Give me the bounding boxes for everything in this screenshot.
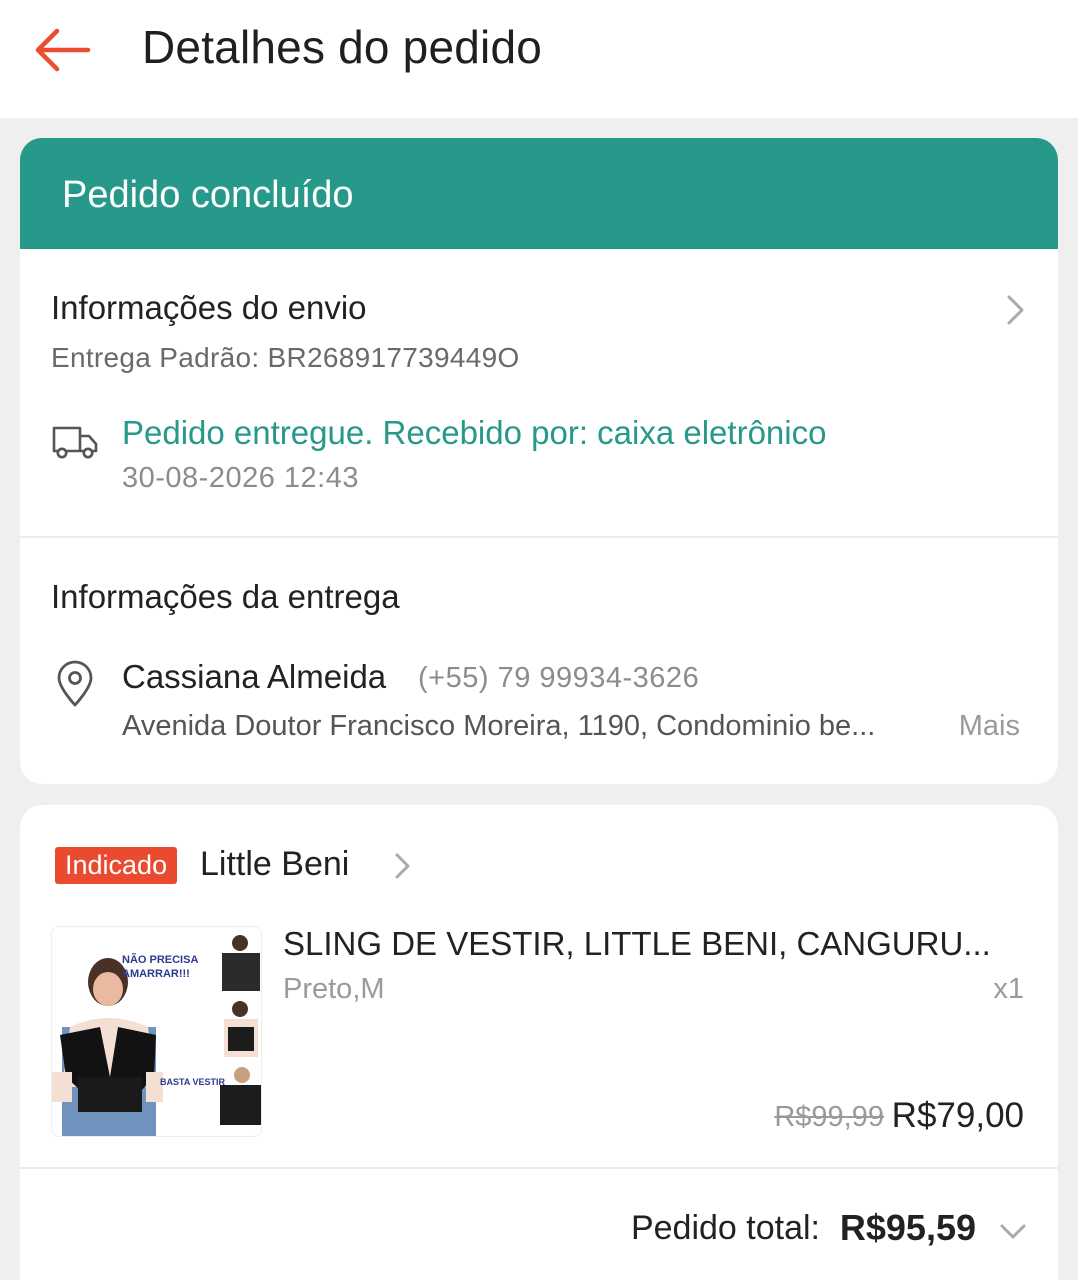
- order-total-value: R$95,59: [839, 1207, 976, 1248]
- delivery-status-text: Pedido entregue. Recebido por: caixa ele…: [122, 414, 827, 451]
- svg-text:NÃO PRECISA: NÃO PRECISA: [122, 953, 198, 966]
- shop-header[interactable]: Indicado Little Beni: [20, 805, 1058, 915]
- product-name: SLING DE VESTIR, LITTLE BENI, CANGURU...: [283, 925, 991, 962]
- delivery-address-section: Informações da entrega Cassiana Almeida …: [20, 538, 1058, 784]
- product-image: NÃO PRECISA AMARRAR!!! BASTA VESTIR: [51, 926, 262, 1137]
- address-more-link[interactable]: Mais: [959, 710, 1020, 743]
- shipping-info-title: Informações do envio: [51, 289, 367, 326]
- shop-badge: Indicado: [55, 847, 178, 884]
- page-title: Detalhes do pedido: [142, 21, 543, 73]
- address-line: Avenida Doutor Francisco Moreira, 1190, …: [122, 710, 876, 742]
- order-total-row[interactable]: Pedido total: R$95,59: [20, 1169, 1058, 1280]
- truck-icon: [52, 426, 98, 459]
- chevron-right-icon: [395, 853, 410, 879]
- order-info-card: Pedido concluído Informações do envio En…: [20, 138, 1058, 784]
- svg-text:BASTA VESTIR: BASTA VESTIR: [160, 1077, 226, 1087]
- location-pin-icon: [57, 660, 93, 707]
- product-variant: Preto,M: [283, 973, 385, 1005]
- chevron-down-icon: [1000, 1224, 1026, 1239]
- product-quantity: x1: [993, 973, 1024, 1005]
- back-button[interactable]: [30, 22, 94, 78]
- svg-text:AMARRAR!!!: AMARRAR!!!: [122, 968, 190, 980]
- arrow-left-icon: [35, 28, 91, 72]
- recipient-phone: (+55) 79 99934-3626: [418, 662, 700, 694]
- delivery-info-title: Informações da entrega: [51, 578, 400, 615]
- delivery-timestamp: 30-08-2026 12:43: [122, 462, 359, 494]
- order-status-banner: Pedido concluído: [20, 138, 1058, 249]
- chevron-right-icon: [1007, 295, 1024, 325]
- shipping-info-section[interactable]: Informações do envio Entrega Padrão: BR2…: [20, 249, 1058, 537]
- order-items-card: Indicado Little Beni NÃO PRECISA AMARRAR…: [20, 805, 1058, 1280]
- recipient-name: Cassiana Almeida: [122, 658, 387, 695]
- order-total-label: Pedido total:: [630, 1209, 820, 1247]
- tracking-number: Entrega Padrão: BR268917739449O: [51, 342, 520, 373]
- product-photo: NÃO PRECISA AMARRAR!!! BASTA VESTIR: [52, 927, 261, 1136]
- sale-price: R$79,00: [891, 1096, 1024, 1135]
- order-status-label: Pedido concluído: [62, 174, 354, 216]
- shop-name: Little Beni: [200, 845, 350, 883]
- product-item[interactable]: NÃO PRECISA AMARRAR!!! BASTA VESTIR SLIN…: [20, 915, 1058, 1167]
- app-header: Detalhes do pedido: [0, 0, 1078, 118]
- original-price: R$99,99: [774, 1101, 884, 1133]
